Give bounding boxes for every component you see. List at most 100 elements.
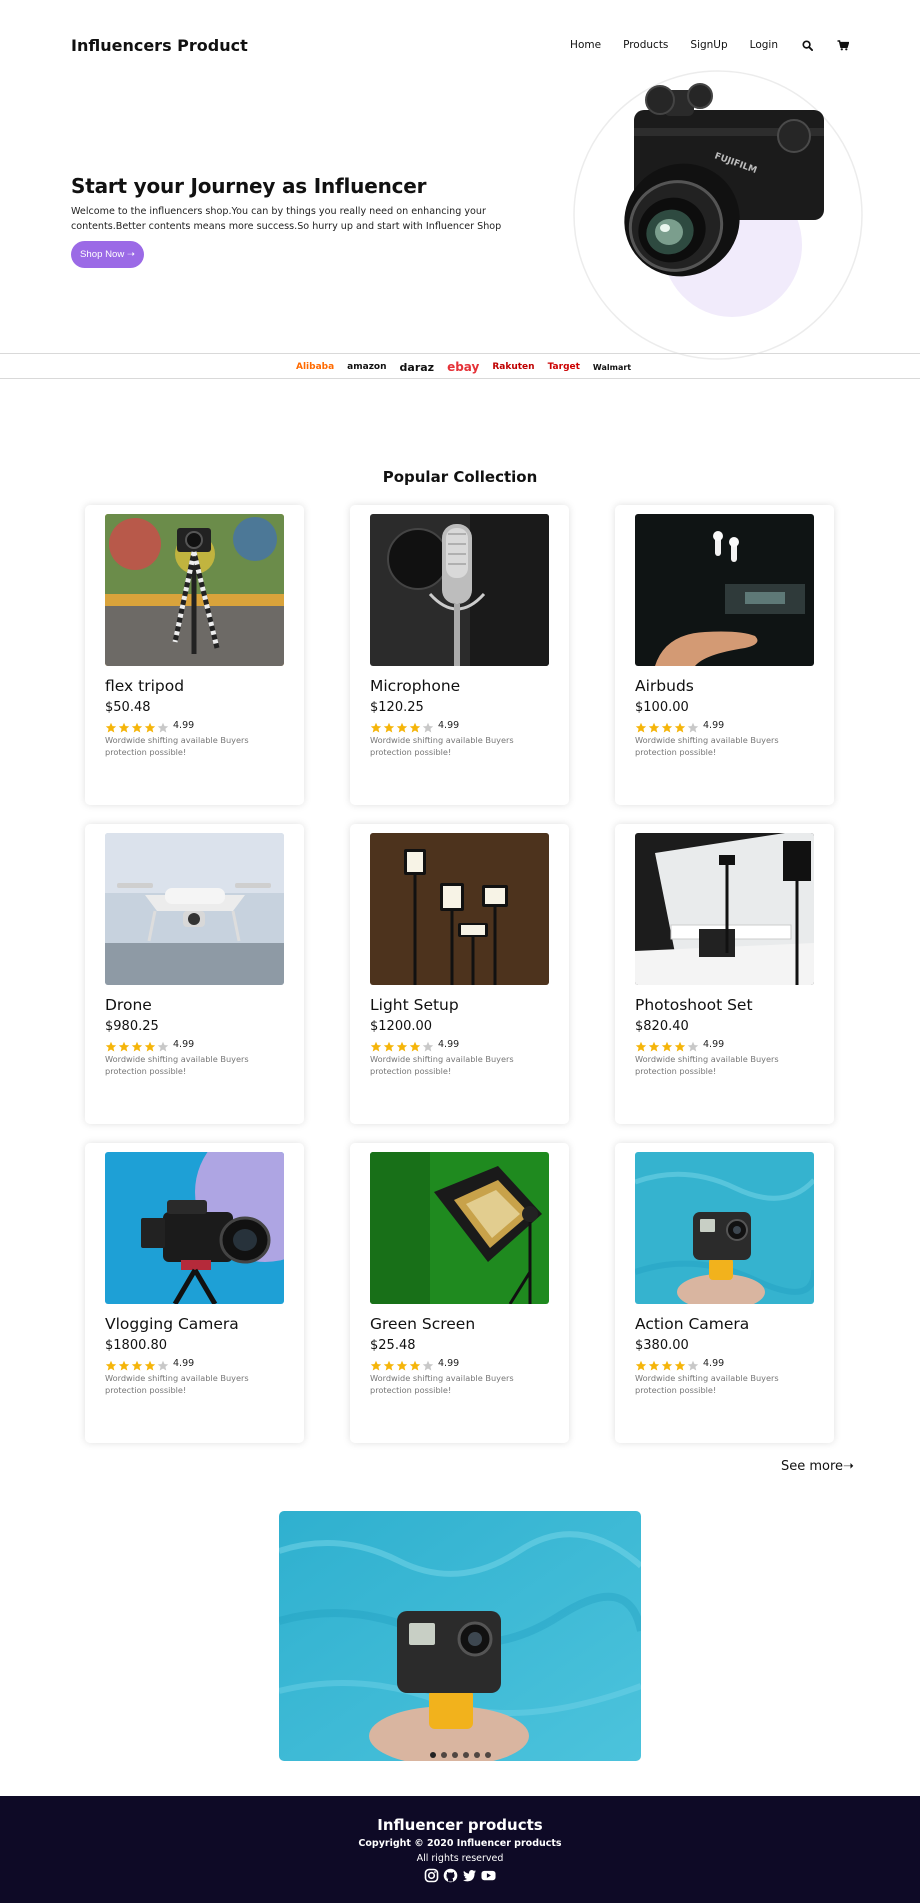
star-icon xyxy=(687,1038,699,1052)
product-card[interactable]: Photoshoot Set $820.40 4.99 Wordwide shifti… xyxy=(615,824,834,1124)
carousel-slide-action-camera xyxy=(279,1511,641,1761)
product-image[interactable] xyxy=(105,514,284,666)
nav-link-home[interactable]: Home xyxy=(570,39,601,51)
product-image[interactable] xyxy=(105,1152,284,1304)
product-name[interactable]: Airbuds xyxy=(635,677,694,695)
star-icon xyxy=(648,1357,660,1371)
product-rating: 4.99 xyxy=(635,1038,725,1052)
nav-links: Home Products SignUp Login xyxy=(570,38,850,52)
star-icon xyxy=(409,1357,421,1371)
product-card[interactable]: Green Screen $25.48 4.99 Wordwide shifting … xyxy=(350,1143,569,1443)
carousel-dot[interactable] xyxy=(484,1752,491,1758)
carousel-dot[interactable] xyxy=(429,1752,436,1758)
hero-title: Start your Journey as Influencer xyxy=(71,174,427,198)
star-icon xyxy=(674,1357,686,1371)
product-description: Wordwide shifting available Buyers prote… xyxy=(635,735,779,757)
brand-logo[interactable]: Influencers Product xyxy=(71,36,248,55)
rating-value: 4.99 xyxy=(703,1038,725,1050)
partner-logo-alibaba: Alibaba xyxy=(296,362,335,372)
search-icon[interactable] xyxy=(800,38,814,52)
star-icon xyxy=(661,719,673,733)
product-name[interactable]: Photoshoot Set xyxy=(635,996,753,1014)
partners-strip: Alibaba amazon daraz ebay Rakuten Target… xyxy=(0,353,920,379)
see-more-link[interactable]: See more➝ xyxy=(781,1459,854,1474)
product-name[interactable]: Action Camera xyxy=(635,1315,749,1333)
product-card[interactable]: Microphone $120.25 4.99 Wordwide shifting a… xyxy=(350,505,569,805)
star-icon xyxy=(383,1357,395,1371)
product-name[interactable]: Drone xyxy=(105,996,152,1014)
youtube-icon[interactable] xyxy=(481,1868,496,1883)
carousel-dot[interactable] xyxy=(462,1752,469,1758)
section-title: Popular Collection xyxy=(382,468,538,486)
star-icon xyxy=(635,1357,647,1371)
carousel-dot[interactable] xyxy=(451,1752,458,1758)
rating-value: 4.99 xyxy=(173,719,195,731)
nav-link-products[interactable]: Products xyxy=(623,39,668,51)
product-image[interactable] xyxy=(105,833,284,985)
product-image[interactable] xyxy=(370,514,549,666)
star-icon xyxy=(635,1038,647,1052)
carousel-dot[interactable] xyxy=(473,1752,480,1758)
star-icon xyxy=(157,719,169,733)
rating-value: 4.99 xyxy=(173,1038,195,1050)
product-description: Wordwide shifting available Buyers prote… xyxy=(105,1054,249,1076)
product-image[interactable] xyxy=(370,1152,549,1304)
partner-logo-daraz: daraz xyxy=(399,360,435,374)
nav-link-login[interactable]: Login xyxy=(750,39,778,51)
carousel-dot[interactable] xyxy=(440,1752,447,1758)
star-icon xyxy=(157,1357,169,1371)
product-image[interactable] xyxy=(635,514,814,666)
product-rating: 4.99 xyxy=(370,719,460,733)
product-rating: 4.99 xyxy=(370,1357,459,1371)
product-price: $50.48 xyxy=(105,700,151,715)
star-icon xyxy=(635,719,647,733)
product-name[interactable]: Vlogging Camera xyxy=(105,1315,239,1333)
product-card[interactable]: Airbuds $100.00 4.99 Wordwide shifting avai… xyxy=(615,505,834,805)
product-price: $1800.80 xyxy=(105,1338,168,1353)
partner-logo-target: Target xyxy=(547,362,580,372)
github-icon[interactable] xyxy=(443,1868,458,1883)
product-card[interactable]: Action Camera $380.00 4.99 Wordwide shiftin… xyxy=(615,1143,834,1443)
product-name[interactable]: Light Setup xyxy=(370,996,459,1014)
star-icon xyxy=(144,719,156,733)
product-description: Wordwide shifting available Buyers prote… xyxy=(370,1054,514,1076)
star-icon xyxy=(687,719,699,733)
star-icon xyxy=(422,1357,434,1371)
product-image[interactable] xyxy=(635,1152,814,1304)
footer-copyright: Copyright © 2020 Influencer products xyxy=(358,1838,562,1849)
product-card[interactable]: Vlogging Camera $1800.80 4.99 Wordwide shif… xyxy=(85,1143,304,1443)
product-card[interactable]: Light Setup $1200.00 4.99 Wordwide shifting… xyxy=(350,824,569,1124)
star-icon xyxy=(105,1357,117,1371)
product-price: $380.00 xyxy=(635,1338,689,1353)
star-icon xyxy=(131,1357,143,1371)
product-name[interactable]: flex tripod xyxy=(105,677,184,695)
star-icon xyxy=(396,1357,408,1371)
rating-value: 4.99 xyxy=(438,1038,460,1050)
product-name[interactable]: Green Screen xyxy=(370,1315,475,1333)
star-icon xyxy=(370,719,382,733)
product-image[interactable] xyxy=(635,833,814,985)
carousel[interactable] xyxy=(279,1511,641,1761)
star-icon xyxy=(409,1038,421,1052)
cart-icon[interactable] xyxy=(836,38,850,52)
product-description: Wordwide shifting available Buyers prote… xyxy=(635,1054,779,1076)
product-rating: 4.99 xyxy=(105,719,195,733)
partner-logo-walmart: Walmart xyxy=(592,362,632,372)
twitter-icon[interactable] xyxy=(462,1868,477,1883)
product-image[interactable] xyxy=(370,833,549,985)
product-card[interactable]: Drone $980.25 4.99 Wordwide shifting availa… xyxy=(85,824,304,1124)
star-icon xyxy=(118,1038,130,1052)
shop-now-button[interactable]: Shop Now ➝ xyxy=(71,241,144,268)
product-description: Wordwide shifting available Buyers prote… xyxy=(105,1373,249,1395)
star-icon xyxy=(144,1038,156,1052)
rating-value: 4.99 xyxy=(438,719,460,731)
instagram-icon[interactable] xyxy=(424,1868,439,1883)
footer-title: Influencer products xyxy=(377,1816,543,1834)
star-icon xyxy=(383,719,395,733)
product-card[interactable]: flex tripod $50.48 4.99 Wordwide shifting a… xyxy=(85,505,304,805)
product-price: $120.25 xyxy=(370,700,424,715)
product-description: Wordwide shifting available Buyers prote… xyxy=(635,1373,779,1395)
product-name[interactable]: Microphone xyxy=(370,677,460,695)
nav-link-signup[interactable]: SignUp xyxy=(690,39,727,51)
star-icon xyxy=(661,1357,673,1371)
